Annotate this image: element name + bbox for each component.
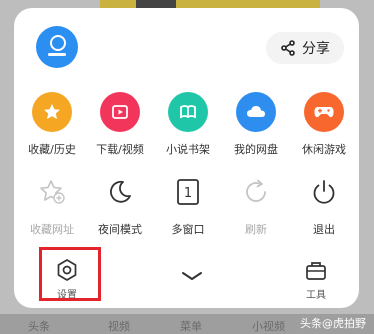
share-icon xyxy=(281,40,295,56)
app-label: 收藏/历史 xyxy=(28,143,76,156)
favorites-history-button[interactable]: 收藏/历史 xyxy=(18,92,86,157)
exit-button[interactable]: 退出 xyxy=(290,172,358,237)
user-icon xyxy=(50,35,66,51)
nav-label: 小视频 xyxy=(252,320,285,333)
cloud-drive-button[interactable]: 我的网盘 xyxy=(222,92,290,157)
share-label: 分享 xyxy=(302,41,330,57)
tool-label: 刷新 xyxy=(245,223,267,236)
app-label: 休闲游戏 xyxy=(302,143,346,156)
nav-label: 菜单 xyxy=(180,320,202,333)
tool-label: 退出 xyxy=(313,223,335,236)
toolbox-button[interactable]: 工具 xyxy=(304,260,328,301)
apps-row: 收藏/历史 下载/视频 小说书架 我的网盘 休闲游戏 xyxy=(18,92,358,157)
tools-row: 收藏网址 夜间模式 1 多窗口 刷新 退出 xyxy=(18,172,358,237)
share-button[interactable]: 分享 xyxy=(266,32,344,64)
star-add-icon xyxy=(32,172,72,212)
star-icon xyxy=(32,92,72,132)
app-label: 我的网盘 xyxy=(234,143,278,156)
toolbox-icon xyxy=(306,262,326,280)
gamepad-icon xyxy=(304,92,344,132)
settings-highlight-box xyxy=(39,247,101,301)
app-label: 下载/视频 xyxy=(96,143,144,156)
power-icon xyxy=(304,172,344,212)
window-icon: 1 xyxy=(168,172,208,212)
menu-sheet: 分享 收藏/历史 下载/视频 小说书架 我的网盘 休闲游戏 收藏网址 夜间模式 … xyxy=(14,8,359,308)
casual-games-button[interactable]: 休闲游戏 xyxy=(290,92,358,157)
tool-label: 收藏网址 xyxy=(30,223,74,236)
cloud-icon xyxy=(236,92,276,132)
window-count: 1 xyxy=(184,186,192,201)
app-label: 小说书架 xyxy=(166,143,210,156)
multi-window-button[interactable]: 1 多窗口 xyxy=(154,172,222,237)
collapse-menu-button[interactable] xyxy=(180,270,204,282)
nav-label: 视频 xyxy=(108,320,130,333)
nav-label: 头条 xyxy=(28,320,50,333)
moon-icon xyxy=(100,172,140,212)
toolbox-label: 工具 xyxy=(306,290,326,301)
bookmark-url-button[interactable]: 收藏网址 xyxy=(18,172,86,237)
downloads-video-button[interactable]: 下载/视频 xyxy=(86,92,154,157)
user-avatar[interactable] xyxy=(36,26,78,68)
novel-shelf-button[interactable]: 小说书架 xyxy=(154,92,222,157)
tool-label: 多窗口 xyxy=(171,223,205,236)
refresh-button[interactable]: 刷新 xyxy=(222,172,290,237)
night-mode-button[interactable]: 夜间模式 xyxy=(86,172,154,237)
watermark: 头条@虎拍野 xyxy=(300,317,366,330)
chevron-down-icon xyxy=(182,272,202,280)
video-icon xyxy=(100,92,140,132)
tool-label: 夜间模式 xyxy=(98,223,142,236)
refresh-icon xyxy=(236,172,276,212)
book-icon xyxy=(168,92,208,132)
